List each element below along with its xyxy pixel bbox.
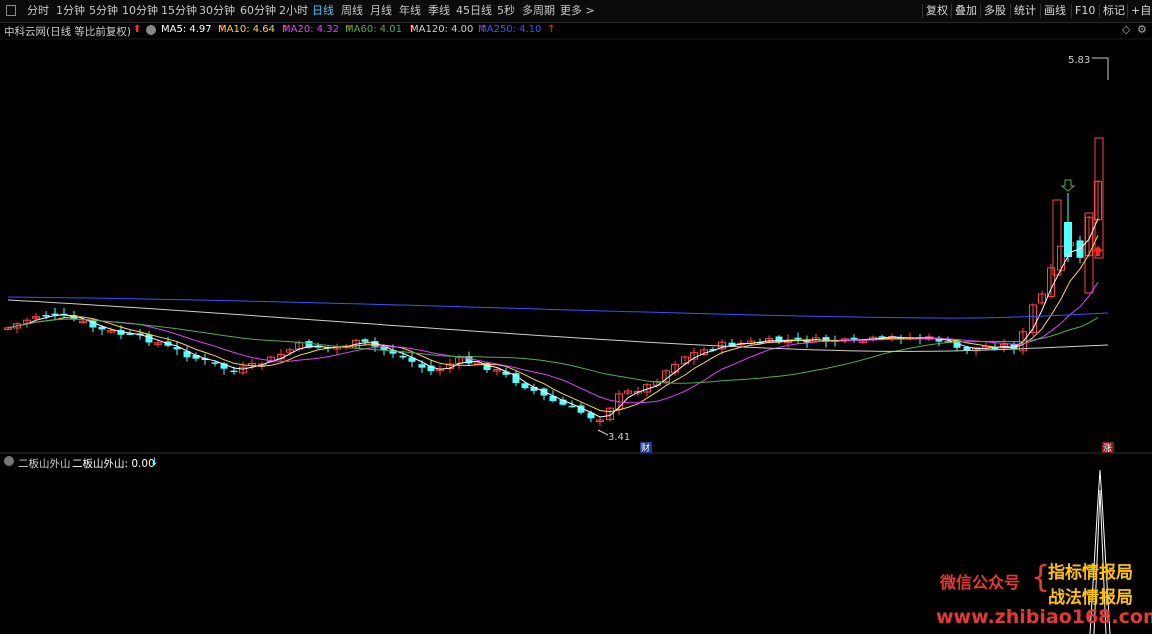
high-price-label: 5.83: [1068, 55, 1090, 66]
down-signal-icon: [1060, 179, 1076, 192]
indicator-header: 二板山外山 二板山外山: 0.00 ↓: [0, 455, 1152, 471]
down-arrow-icon: ↓: [150, 456, 159, 468]
candle-body-down: [211, 362, 219, 364]
watermark-brand1: 指标情报局: [1048, 563, 1133, 583]
cai-badge: 财: [641, 442, 650, 454]
ma-line-3: [7, 317, 1099, 384]
watermark-wechat: 微信公众号: [940, 573, 1021, 592]
ma-line-1: [7, 235, 1099, 413]
low-marker-line: [597, 429, 609, 436]
watermark-url: www.zhibiao168.com: [936, 606, 1152, 628]
candle-body-down: [230, 370, 238, 373]
candle-body-down: [418, 364, 426, 368]
indicator-settings-icon[interactable]: [4, 456, 14, 466]
candle-body-down: [521, 383, 529, 389]
indicator-name: 二板山外山: [18, 458, 71, 470]
low-price-label: 3.41: [608, 432, 630, 443]
indicator-value: 二板山外山: 0.00: [72, 458, 155, 470]
ma-line-5: [7, 296, 1109, 319]
candle-body-down: [399, 356, 407, 358]
candle-body-down: [568, 405, 576, 408]
candle-body-down: [42, 315, 50, 317]
ma-line-4: [7, 299, 1109, 352]
candle-body-down: [850, 337, 858, 340]
watermark-brand2: 战法情报局: [1048, 588, 1133, 608]
zhang-badge: 涨: [1103, 443, 1112, 454]
candle-body-down: [794, 337, 802, 340]
kline-chart: 5.83 3.41 财 涨: [0, 38, 1152, 634]
candle-body-down: [361, 339, 369, 342]
